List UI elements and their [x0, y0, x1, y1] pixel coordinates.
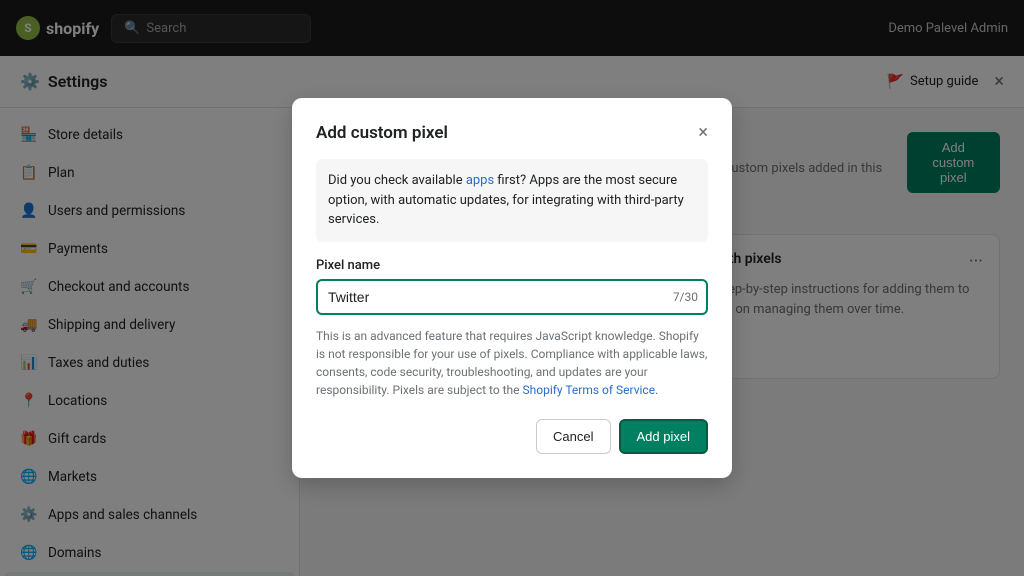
cancel-button[interactable]: Cancel: [536, 419, 610, 454]
modal-actions: Cancel Add pixel: [316, 419, 708, 454]
modal-title: Add custom pixel: [316, 123, 448, 143]
info-text-before: Did you check available: [328, 173, 466, 188]
modal-disclaimer: This is an advanced feature that require…: [316, 327, 708, 399]
apps-link[interactable]: apps: [466, 173, 494, 188]
modal-overlay[interactable]: Add custom pixel × Did you check availab…: [0, 0, 1024, 576]
modal-header: Add custom pixel ×: [316, 122, 708, 143]
pixel-name-input[interactable]: [316, 279, 708, 315]
terms-of-service-link[interactable]: Shopify Terms of Service.: [523, 383, 659, 397]
pixel-name-field-wrap: 7/30: [316, 279, 708, 315]
add-pixel-button[interactable]: Add pixel: [619, 419, 708, 454]
char-count: 7/30: [673, 290, 698, 304]
pixel-name-label: Pixel name: [316, 258, 708, 273]
modal-info-box: Did you check available apps first? Apps…: [316, 159, 708, 242]
add-custom-pixel-modal: Add custom pixel × Did you check availab…: [292, 98, 732, 478]
modal-close-button[interactable]: ×: [698, 122, 708, 143]
